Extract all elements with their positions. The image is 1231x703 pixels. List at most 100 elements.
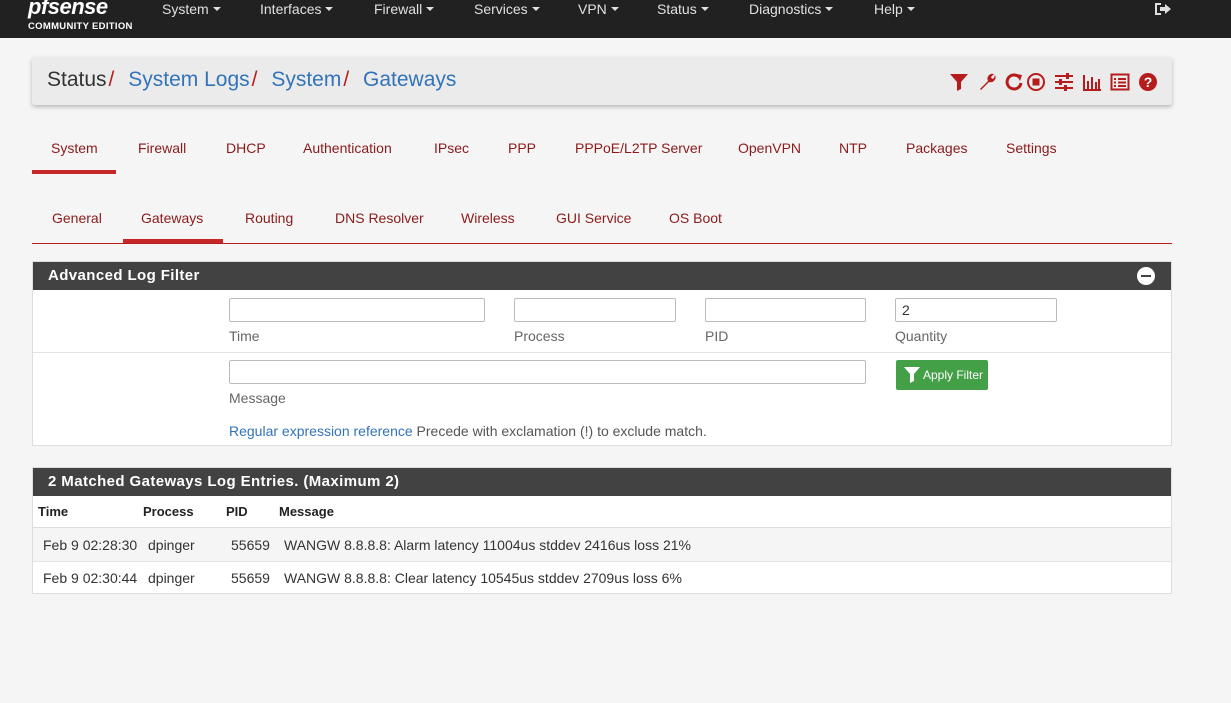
- nav-firewall-menu[interactable]: Firewall: [374, 0, 435, 20]
- breadcrumb-link-system[interactable]: System: [271, 68, 341, 91]
- logout-icon[interactable]: [1153, 1, 1173, 17]
- pfsense-logo[interactable]: pfsense COMMUNITY EDITION: [28, 0, 138, 38]
- breadcrumb-link-gateways[interactable]: Gateways: [363, 68, 456, 91]
- nav-services-menu[interactable]: Services: [474, 0, 540, 20]
- subtab-general[interactable]: General: [52, 210, 102, 226]
- regex-help: Regular expression reference Precede wit…: [229, 423, 707, 439]
- apply-filter-button[interactable]: Apply Filter: [896, 360, 988, 390]
- tab-system[interactable]: System: [51, 140, 98, 156]
- nav-label: Diagnostics: [749, 1, 822, 17]
- active-tab-indicator: [32, 170, 116, 174]
- subtab-gui-service[interactable]: GUI Service: [556, 210, 631, 226]
- tab-authentication[interactable]: Authentication: [303, 140, 392, 156]
- panel-title: Advanced Log Filter: [33, 262, 1171, 290]
- tab-packages[interactable]: Packages: [906, 140, 967, 156]
- process-input[interactable]: [514, 298, 676, 322]
- column-header-time: Time: [38, 504, 69, 519]
- pid-label: PID: [705, 328, 729, 344]
- collapse-minus-icon[interactable]: [1137, 267, 1155, 285]
- regex-hint: Precede with exclamation (!) to exclude …: [416, 423, 707, 439]
- nav-label: Status: [657, 1, 697, 17]
- cell-message: WANGW 8.8.8.8: Clear latency 10545us std…: [284, 570, 682, 586]
- time-input[interactable]: [229, 298, 485, 322]
- table-row: Feb 9 02:28:30 dpinger 55659 WANGW 8.8.8…: [33, 528, 1171, 561]
- time-label: Time: [229, 328, 260, 344]
- row-divider: [33, 352, 1171, 353]
- quantity-input[interactable]: [895, 298, 1057, 322]
- cell-time: Feb 9 02:28:30: [43, 537, 138, 553]
- sliders-icon[interactable]: [1054, 72, 1074, 92]
- nav-help-menu[interactable]: Help: [874, 0, 915, 20]
- column-header-message: Message: [279, 504, 334, 519]
- quantity-label: Quantity: [895, 328, 948, 344]
- caret-down-icon: [906, 7, 915, 12]
- nav-label: Services: [474, 1, 528, 17]
- message-label: Message: [229, 390, 286, 406]
- breadcrumb-panel: Status/ System Logs/ System/ Gateways ?: [32, 57, 1172, 105]
- subtab-routing[interactable]: Routing: [245, 210, 293, 226]
- column-header-pid: PID: [226, 504, 248, 519]
- cell-pid: 55659: [231, 570, 270, 586]
- nav-status-menu[interactable]: Status: [657, 0, 709, 20]
- caret-down-icon: [426, 7, 435, 12]
- column-header-process: Process: [143, 504, 194, 519]
- chart-icon[interactable]: [1082, 72, 1102, 92]
- breadcrumb-separator: /: [343, 68, 350, 91]
- cell-process: dpinger: [148, 570, 195, 586]
- cell-message: WANGW 8.8.8.8: Alarm latency 11004us std…: [284, 537, 691, 553]
- filter-icon: [904, 367, 920, 383]
- caret-down-icon: [325, 7, 334, 12]
- tab-settings[interactable]: Settings: [1006, 140, 1057, 156]
- filter-icon[interactable]: [949, 72, 969, 92]
- help-icon[interactable]: ?: [1138, 72, 1158, 92]
- nav-label: VPN: [578, 1, 607, 17]
- subtab-dns-resolver[interactable]: DNS Resolver: [335, 210, 424, 226]
- svg-text:?: ?: [1144, 74, 1153, 90]
- caret-down-icon: [825, 7, 834, 12]
- tab-firewall[interactable]: Firewall: [138, 140, 186, 156]
- nav-diagnostics-menu[interactable]: Diagnostics: [749, 0, 834, 20]
- caret-down-icon: [212, 7, 221, 12]
- message-input[interactable]: [229, 360, 866, 384]
- table-row: Feb 9 02:30:44 dpinger 55659 WANGW 8.8.8…: [33, 561, 1171, 594]
- breadcrumb-separator: /: [251, 68, 258, 91]
- refresh-icon[interactable]: [1004, 72, 1024, 92]
- nav-label: Help: [874, 1, 903, 17]
- tab-openvpn[interactable]: OpenVPN: [738, 140, 801, 156]
- wrench-icon[interactable]: [977, 72, 997, 92]
- nav-label: Firewall: [374, 1, 423, 17]
- nav-label: System: [162, 1, 209, 17]
- tab-ntp[interactable]: NTP: [839, 140, 867, 156]
- panel-title: 2 Matched Gateways Log Entries. (Maximum…: [33, 468, 1171, 496]
- breadcrumb-item-status: Status: [47, 68, 107, 91]
- breadcrumb-link-system-logs[interactable]: System Logs: [128, 68, 249, 91]
- process-label: Process: [514, 328, 565, 344]
- pid-input[interactable]: [705, 298, 866, 322]
- tab-pppoe-l2tp-server[interactable]: PPPoE/L2TP Server: [575, 140, 702, 156]
- caret-down-icon: [531, 7, 540, 12]
- caret-down-icon: [700, 7, 709, 12]
- advanced-log-filter-panel: Advanced Log Filter Time Process PID Qua…: [32, 261, 1172, 446]
- regex-reference-link[interactable]: Regular expression reference: [229, 423, 413, 439]
- stop-icon[interactable]: [1026, 72, 1046, 92]
- tab-ipsec[interactable]: IPsec: [434, 140, 469, 156]
- top-navbar: pfsense COMMUNITY EDITION System Interfa…: [0, 0, 1231, 38]
- logo-subtitle: COMMUNITY EDITION: [28, 21, 133, 32]
- subtab-wireless[interactable]: Wireless: [461, 210, 515, 226]
- breadcrumb: Status/ System Logs/ System/ Gateways: [47, 68, 456, 92]
- nav-vpn-menu[interactable]: VPN: [578, 0, 619, 20]
- cell-pid: 55659: [231, 537, 270, 553]
- list-icon[interactable]: [1110, 72, 1130, 92]
- tab-ppp[interactable]: PPP: [508, 140, 536, 156]
- log-entries-panel: 2 Matched Gateways Log Entries. (Maximum…: [32, 467, 1172, 594]
- cell-process: dpinger: [148, 537, 195, 553]
- tab-divider: [32, 243, 1172, 244]
- tab-dhcp[interactable]: DHCP: [226, 140, 266, 156]
- nav-interfaces-menu[interactable]: Interfaces: [260, 0, 334, 20]
- nav-label: Interfaces: [260, 1, 322, 17]
- subtab-os-boot[interactable]: OS Boot: [669, 210, 722, 226]
- subtab-gateways[interactable]: Gateways: [141, 210, 203, 226]
- logo-text: pfsense: [28, 0, 108, 19]
- nav-system-menu[interactable]: System: [162, 0, 221, 20]
- caret-down-icon: [610, 7, 619, 12]
